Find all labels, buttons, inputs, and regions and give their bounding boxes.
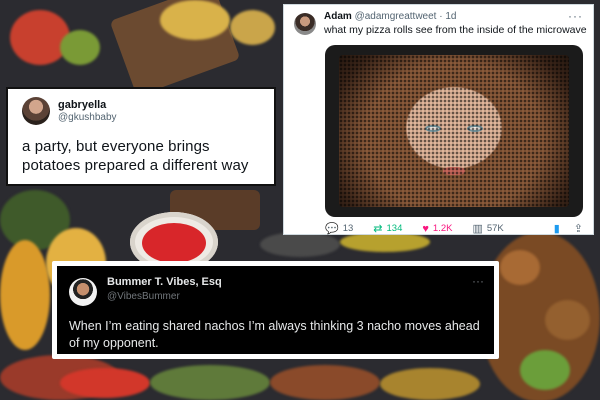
reply-button[interactable]: 💬 13	[325, 222, 353, 235]
tweet-media-image[interactable]	[325, 45, 583, 217]
avatar[interactable]	[294, 13, 316, 35]
microwave-mesh	[339, 55, 569, 207]
more-dots-icon[interactable]: ···	[568, 9, 583, 23]
tweet-header: Adam @adamgreattweet · 1d	[324, 11, 567, 23]
heart-icon: ♥	[422, 222, 429, 235]
tweet-header: gabryella @gkushbaby	[22, 97, 262, 125]
tweet-text: When I’m eating shared nachos I’m always…	[69, 319, 480, 350]
retweet-button[interactable]: ⇄ 134	[373, 222, 402, 235]
reply-icon: 💬	[325, 223, 339, 235]
retweet-count: 134	[386, 223, 403, 234]
views-chart-icon: ▥	[472, 223, 483, 235]
reply-count: 13	[342, 223, 354, 234]
tweet-actions: 💬 13 ⇄ 134 ♥ 1.2K ▥ 57K ▮ ⇪	[325, 222, 583, 236]
share-icon[interactable]: ⇪	[574, 222, 583, 235]
tweet-card-adam[interactable]: Adam @adamgreattweet · 1d ··· what my pi…	[283, 4, 594, 235]
avatar[interactable]	[22, 97, 50, 125]
user-handle[interactable]: @adamgreattweet	[355, 11, 437, 22]
user-handle[interactable]: @gkushbaby	[58, 112, 117, 124]
retweet-icon: ⇄	[373, 223, 383, 235]
avatar[interactable]	[69, 278, 97, 306]
display-name[interactable]: Adam	[324, 11, 352, 22]
tweet-card-gabryella[interactable]: gabryella @gkushbaby a party, but everyo…	[6, 87, 276, 186]
bookmark-icon[interactable]: ▮	[554, 222, 560, 235]
display-name[interactable]: Bummer T. Vibes, Esq	[107, 276, 222, 289]
views-button[interactable]: ▥ 57K	[472, 222, 503, 235]
more-dots-icon[interactable]: ···	[472, 274, 484, 288]
user-handle[interactable]: @VibesBummer	[107, 291, 180, 303]
display-name[interactable]: gabryella	[58, 99, 117, 112]
views-count: 57K	[486, 223, 504, 234]
tweet-card-bummer[interactable]: Bummer T. Vibes, Esq @VibesBummer ··· Wh…	[52, 261, 499, 359]
tweet-text: a party, but everyone brings potatoes pr…	[22, 138, 249, 174]
like-button[interactable]: ♥ 1.2K	[422, 223, 452, 235]
like-count: 1.2K	[432, 223, 453, 234]
face-photo	[339, 55, 569, 207]
timestamp[interactable]: · 1d	[439, 11, 456, 22]
tweet-text: what my pizza rolls see from the inside …	[324, 24, 587, 36]
